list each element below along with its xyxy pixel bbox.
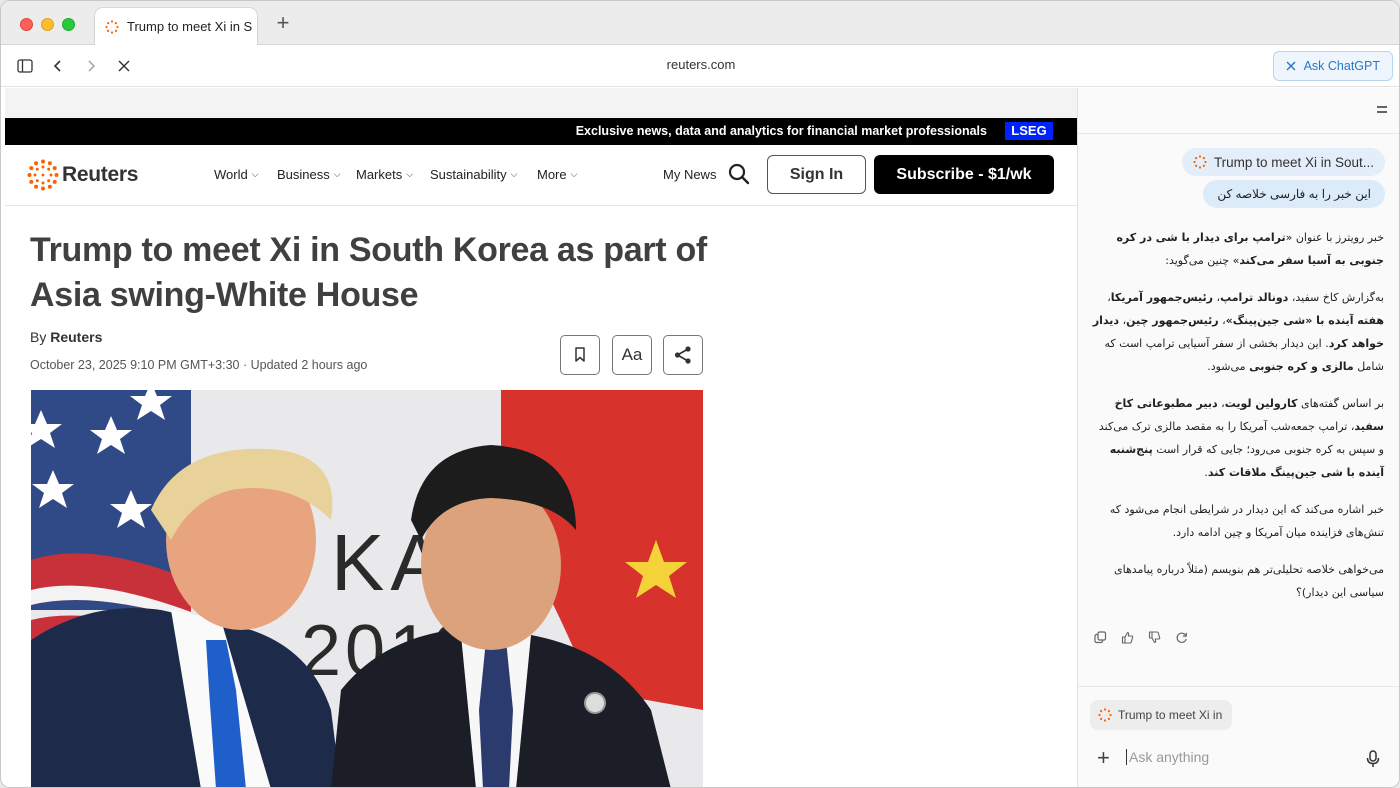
ask-chatgpt-label: Ask ChatGPT [1303,59,1380,73]
nav-label: Sustainability [430,167,507,182]
answer-text: بر اساس گفته‌های [1297,397,1384,410]
thumbs-down-icon[interactable] [1148,631,1161,644]
sidebar-header [1078,88,1399,134]
answer-text: ، [1217,397,1225,410]
reuters-favicon-icon [105,19,119,34]
my-news-link[interactable]: My News [663,167,716,182]
tab-title: Trump to meet Xi in S [127,19,253,34]
answer-text: می‌شود. [1207,360,1250,373]
answer-paragraph: خبر اشاره می‌کند که این دیدار در شرایطی … [1092,498,1384,544]
answer-text: کارولین لویت [1224,397,1298,410]
answer-paragraph: می‌خواهی خلاصه تحلیلی‌تر هم بنویسم (مثلا… [1092,558,1384,604]
chevron-down-icon: ⌵ [570,169,578,179]
chevron-down-icon: ⌵ [251,169,259,179]
answer-text: » چنین می‌گوید: [1165,254,1240,267]
sidebar-toggle-icon[interactable] [13,54,37,78]
answer-text: خبر اشاره می‌کند که این دیدار در شرایطی … [1109,503,1384,539]
response-actions [1094,631,1188,644]
reuters-logo[interactable]: Reuters [27,159,138,191]
ask-chatgpt-button[interactable]: Ask ChatGPT [1272,51,1393,81]
answer-text: رئیس‌جمهور آمریکا [1110,291,1214,304]
byline-prefix: By [30,329,47,345]
web-page: Exclusive news, data and analytics for f… [5,88,1077,787]
assistant-answer: خبر رویترز با عنوان «ترامپ برای دیدار با… [1092,226,1384,618]
nav-more[interactable]: More ⌵ [537,167,577,182]
nav-business[interactable]: Business ⌵ [277,167,341,182]
chatgpt-sidebar: Trump to meet Xi in Sout... این خبر را ب… [1077,88,1399,787]
bookmark-button[interactable] [560,335,600,375]
share-icon [674,346,691,364]
answer-paragraph: خبر رویترز با عنوان «ترامپ برای دیدار با… [1092,226,1384,272]
subscribe-button[interactable]: Subscribe - $1/wk [874,155,1054,194]
answer-text: رئیس‌جمهور چین [1126,314,1219,327]
reuters-favicon-icon [1098,708,1112,722]
new-tab-button[interactable]: + [271,11,295,35]
nav-markets[interactable]: Markets ⌵ [356,167,413,182]
tab-active[interactable]: Trump to meet Xi in S [94,7,258,45]
nav-sustainability[interactable]: Sustainability ⌵ [430,167,517,182]
ad-strip [5,88,1077,118]
search-icon[interactable] [727,162,753,188]
answer-text: می‌خواهی خلاصه تحلیلی‌تر هم بنویسم (مثلا… [1113,563,1384,599]
byline-author-link[interactable]: Reuters [50,329,102,345]
byline: By Reuters [30,329,102,345]
article-dateline: October 23, 2025 9:10 PM GMT+3:30 · Upda… [30,358,368,372]
chevron-down-icon: ⌵ [406,169,414,179]
zoom-window-button[interactable] [62,18,75,31]
font-size-button[interactable]: Aa [612,335,652,375]
close-window-button[interactable] [20,18,33,31]
answer-text: دونالد ترامپ [1220,291,1289,304]
context-chip[interactable]: Trump to meet Xi in [1090,700,1232,730]
answer-paragraph: بر اساس گفته‌های کارولین لویت، دبیر مطبو… [1092,392,1384,484]
ask-input[interactable]: Ask anything [1126,749,1209,765]
reuters-logo-icon [27,159,59,191]
back-arrow-icon[interactable] [46,54,70,78]
answer-text: خبر رویترز با عنوان « [1285,231,1384,244]
article-headline: Trump to meet Xi in South Korea as part … [30,231,707,314]
site-header: Reuters World ⌵ Business ⌵ Markets ⌵ Sustai… [5,145,1077,206]
article-photo: KA 2019 [31,390,703,787]
answer-paragraph: به‌گزارش کاخ سفید، دونالد ترامپ، رئیس‌جم… [1092,286,1384,378]
answer-text: به‌گزارش کاخ سفید، [1288,291,1384,304]
copy-icon[interactable] [1094,631,1107,644]
page-reference-label: Trump to meet Xi in Sout... [1213,154,1374,170]
chevron-down-icon: ⌵ [510,169,518,179]
browser-window: Trump to meet Xi in S + reuters.com Ask … [0,0,1400,788]
nav-label: Business [277,167,330,182]
lseg-badge: LSEG [1005,122,1053,140]
microphone-icon[interactable] [1366,750,1380,768]
answer-text: ، [1213,291,1221,304]
reuters-logo-text: Reuters [62,163,139,186]
promo-text: Exclusive news, data and analytics for f… [575,124,987,138]
nav-world[interactable]: World ⌵ [214,167,259,182]
stop-loading-icon[interactable] [112,54,136,78]
nav-label: More [537,167,567,182]
answer-text: مالزی و کره جنوبی [1249,360,1354,373]
chevron-down-icon: ⌵ [333,169,341,179]
composer: Trump to meet Xi in + Ask anything [1078,686,1399,787]
share-button[interactable] [663,335,703,375]
address-toolbar: reuters.com Ask ChatGPT [1,45,1399,87]
regenerate-icon[interactable] [1175,631,1188,644]
bookmark-icon [575,347,585,362]
minimize-window-button[interactable] [41,18,54,31]
nav-label: World [214,167,248,182]
answer-text: هفته آینده با «شی جین‌پینگ» [1225,314,1384,327]
user-message: این خبر را به فارسی خلاصه کن [1203,180,1385,208]
promo-banner[interactable]: Exclusive news, data and analytics for f… [5,118,1077,145]
add-attachment-icon[interactable]: + [1097,745,1110,771]
close-icon [1286,61,1296,71]
page-reference-chip[interactable]: Trump to meet Xi in Sout... [1181,148,1385,176]
nav-label: Markets [356,167,403,182]
forward-arrow-icon[interactable] [79,54,103,78]
menu-icon[interactable] [1376,104,1388,116]
address-bar[interactable]: reuters.com [601,57,801,72]
reuters-favicon-icon [1193,155,1207,169]
font-size-label: Aa [621,345,643,364]
sign-in-button[interactable]: Sign In [767,155,866,194]
context-chip-label: Trump to meet Xi in [1118,708,1223,722]
answer-text: ، [1218,314,1226,327]
tab-bar: Trump to meet Xi in S + [1,1,1399,45]
thumbs-up-icon[interactable] [1121,631,1134,644]
